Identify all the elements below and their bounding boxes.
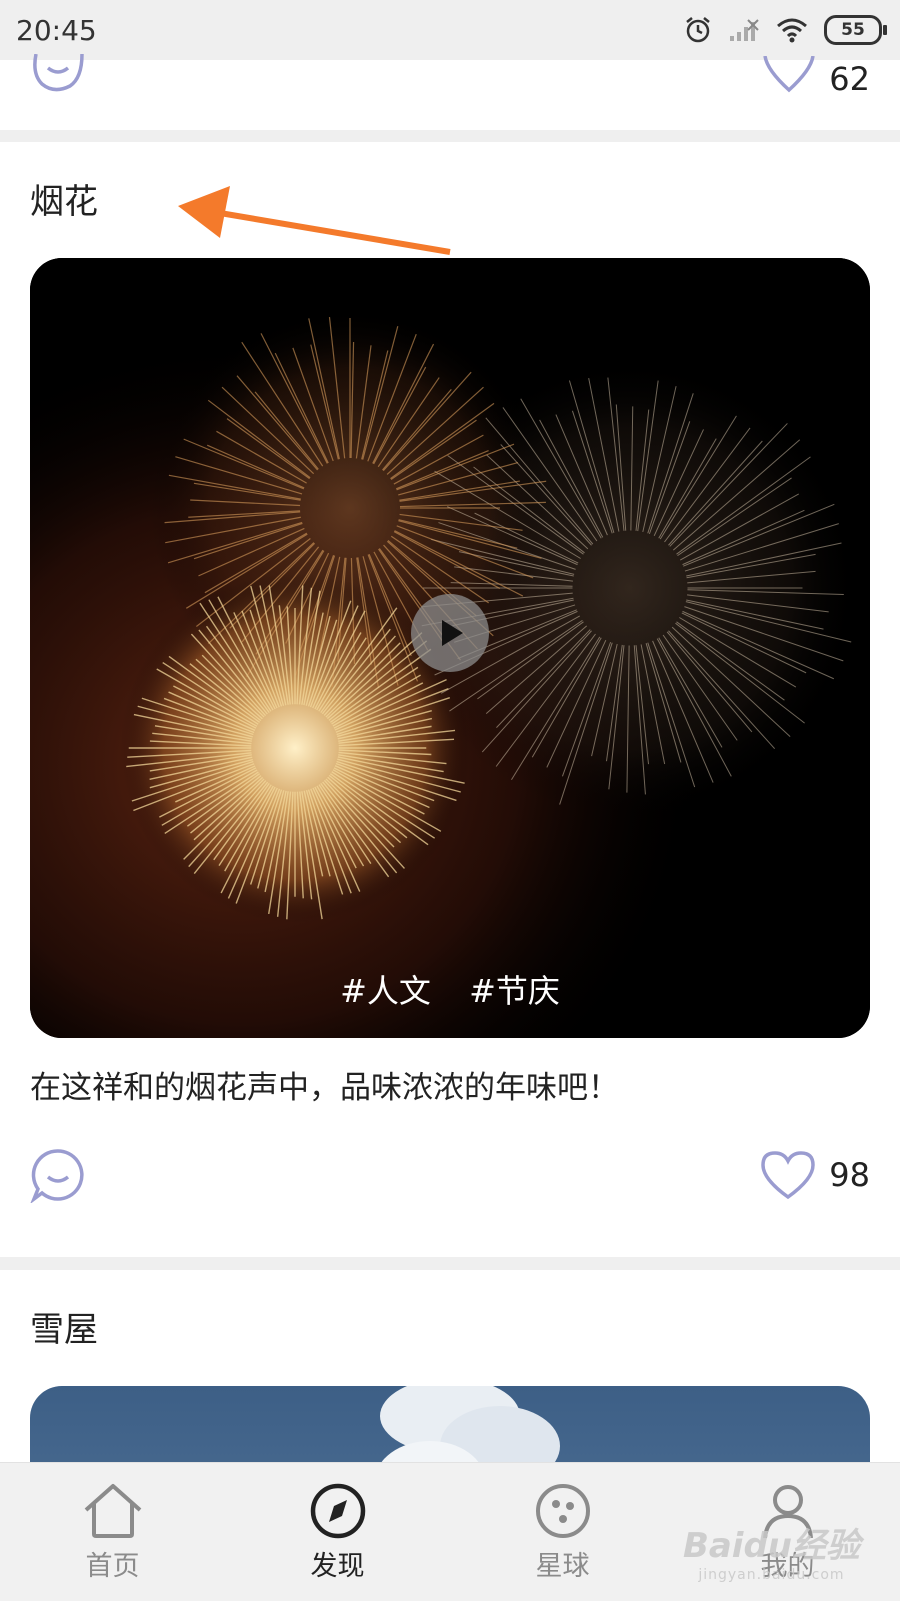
post-actions: 98: [30, 1147, 870, 1203]
wifi-icon: [777, 18, 807, 43]
post-title: 烟花: [30, 182, 98, 222]
post-tags: #人文 #节庆: [30, 966, 870, 1012]
home-icon: [84, 1483, 141, 1538]
previous-post-card: 62: [0, 54, 900, 130]
alarm-icon: [686, 17, 710, 43]
tab-home[interactable]: 首页: [0, 1463, 225, 1601]
next-post-title: 雪屋: [30, 1310, 98, 1350]
play-button[interactable]: [411, 594, 489, 672]
heart-icon: [761, 1151, 816, 1200]
like-count: 62: [829, 60, 870, 98]
watermark-brand: Baidu经验: [682, 1526, 860, 1566]
tag-humanities[interactable]: #人文: [340, 972, 431, 1010]
comment-icon[interactable]: [30, 54, 86, 96]
play-icon: [442, 620, 463, 646]
compass-icon: [310, 1483, 365, 1538]
status-icons: 55: [684, 15, 887, 45]
post-description: 在这祥和的烟花声中，品味浓浓的年味吧！: [30, 1070, 619, 1106]
tab-discover-label: 发现: [310, 1550, 365, 1582]
snow-house-thumbnail-image: [377, 1386, 560, 1470]
heart-icon: [763, 56, 816, 93]
next-post-card[interactable]: 雪屋: [0, 1270, 900, 1470]
watermark-url: jingyan.baidu.com: [698, 1567, 845, 1583]
status-time: 20:45: [16, 13, 97, 47]
previous-post-actions: 62: [30, 54, 870, 98]
planet-icon: [535, 1483, 590, 1538]
tag-festival[interactable]: #节庆: [469, 972, 560, 1010]
bottom-tab-bar: 首页 发现 星球 我的 Baidu经验 jingyan.baidu.com: [0, 1462, 900, 1601]
annotation-arrow: [178, 186, 451, 255]
status-bar: 20:45 55: [0, 0, 900, 60]
battery-indicator: 55: [824, 15, 887, 45]
tab-planet[interactable]: 星球: [450, 1463, 675, 1601]
video-player[interactable]: #人文 #节庆: [30, 258, 870, 1038]
like-button[interactable]: 62: [761, 56, 870, 98]
like-button[interactable]: 98: [759, 1149, 870, 1201]
signal-icon: [730, 19, 759, 41]
comment-icon[interactable]: [30, 1147, 86, 1203]
next-post-thumbnail[interactable]: [30, 1386, 870, 1470]
tab-home-label: 首页: [85, 1550, 140, 1582]
baidu-jingyan-watermark: Baidu经验 jingyan.baidu.com: [683, 1518, 860, 1583]
like-count: 98: [829, 1156, 870, 1194]
tab-discover[interactable]: 发现: [225, 1463, 450, 1601]
post-card[interactable]: 烟花 #人文 #节庆 在这祥和的烟花声中，品味浓浓的年味吧！ 98: [0, 142, 900, 1257]
tab-planet-label: 星球: [535, 1550, 590, 1582]
